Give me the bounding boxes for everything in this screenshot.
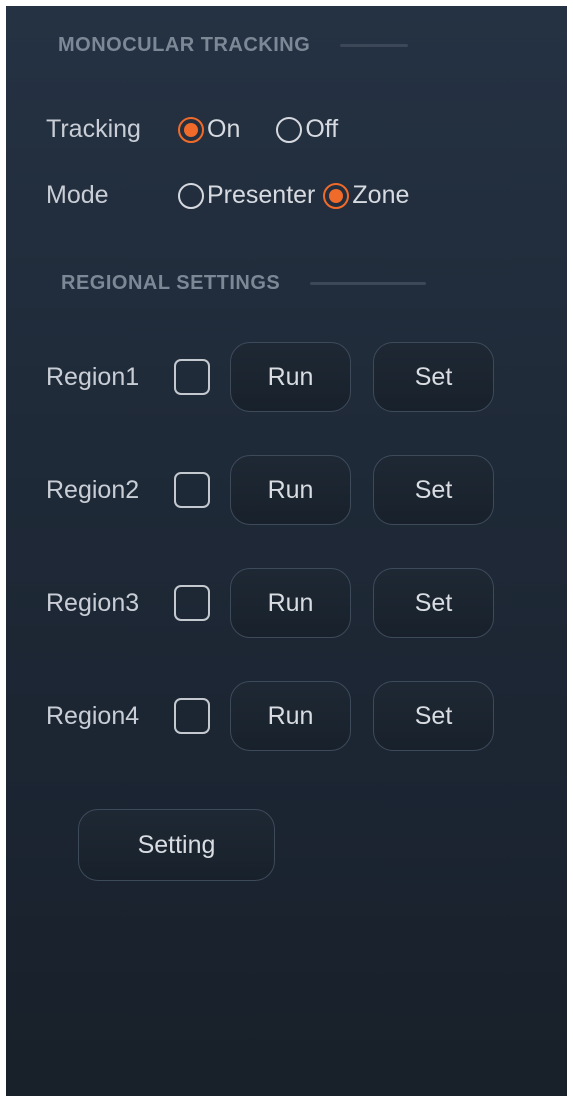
tracking-off-label: Off bbox=[305, 115, 339, 143]
region-1-run-button[interactable]: Run bbox=[230, 342, 351, 412]
mode-presenter-label: Presenter bbox=[207, 181, 316, 209]
mode-zone-radio[interactable]: Zone bbox=[323, 181, 409, 210]
region-label: Region3 bbox=[46, 588, 140, 617]
radio-unchecked-icon bbox=[178, 182, 204, 209]
region-4-set-button[interactable]: Set bbox=[373, 681, 494, 751]
tracking-on-label: On bbox=[207, 115, 241, 143]
region-2-set-button[interactable]: Set bbox=[373, 455, 494, 525]
tracking-label: Tracking bbox=[46, 115, 141, 143]
region-3-set-button[interactable]: Set bbox=[373, 568, 494, 638]
regional-settings-header: REGIONAL SETTINGS bbox=[61, 272, 427, 295]
regional-settings-title: REGIONAL SETTINGS bbox=[61, 272, 281, 294]
region-2-checkbox[interactable] bbox=[174, 472, 210, 508]
setting-button[interactable]: Setting bbox=[78, 809, 275, 881]
region-row: Region2 Run Set bbox=[46, 455, 494, 525]
monocular-tracking-header: MONOCULAR TRACKING bbox=[58, 34, 409, 57]
region-row: Region3 Run Set bbox=[46, 568, 494, 638]
region-label: Region1 bbox=[46, 362, 140, 391]
radio-unchecked-icon bbox=[276, 116, 303, 143]
radio-checked-icon bbox=[178, 116, 204, 143]
radio-checked-icon bbox=[323, 182, 350, 209]
region-1-checkbox[interactable] bbox=[174, 359, 210, 395]
region-row: Region1 Run Set bbox=[46, 342, 494, 412]
mode-presenter-radio[interactable]: Presenter bbox=[178, 181, 315, 210]
region-row: Region4 Run Set bbox=[46, 681, 494, 751]
tracking-on-radio[interactable]: On bbox=[178, 115, 240, 144]
header-divider-line bbox=[310, 282, 427, 285]
region-1-set-button[interactable]: Set bbox=[373, 342, 494, 412]
region-3-run-button[interactable]: Run bbox=[230, 568, 351, 638]
region-2-run-button[interactable]: Run bbox=[230, 455, 351, 525]
header-divider-line bbox=[340, 44, 409, 47]
mode-row: Mode Presenter Zone bbox=[46, 181, 409, 210]
region-4-checkbox[interactable] bbox=[174, 698, 210, 734]
tracking-off-radio[interactable]: Off bbox=[276, 115, 338, 144]
tracking-row: Tracking On Off bbox=[46, 115, 338, 144]
mode-zone-label: Zone bbox=[352, 181, 410, 209]
tracking-panel: MONOCULAR TRACKING Tracking On Off Mode … bbox=[6, 6, 567, 1096]
region-label: Region2 bbox=[46, 475, 140, 504]
mode-label: Mode bbox=[46, 181, 109, 209]
region-3-checkbox[interactable] bbox=[174, 585, 210, 621]
region-label: Region4 bbox=[46, 701, 140, 730]
monocular-tracking-title: MONOCULAR TRACKING bbox=[58, 34, 311, 56]
region-4-run-button[interactable]: Run bbox=[230, 681, 351, 751]
